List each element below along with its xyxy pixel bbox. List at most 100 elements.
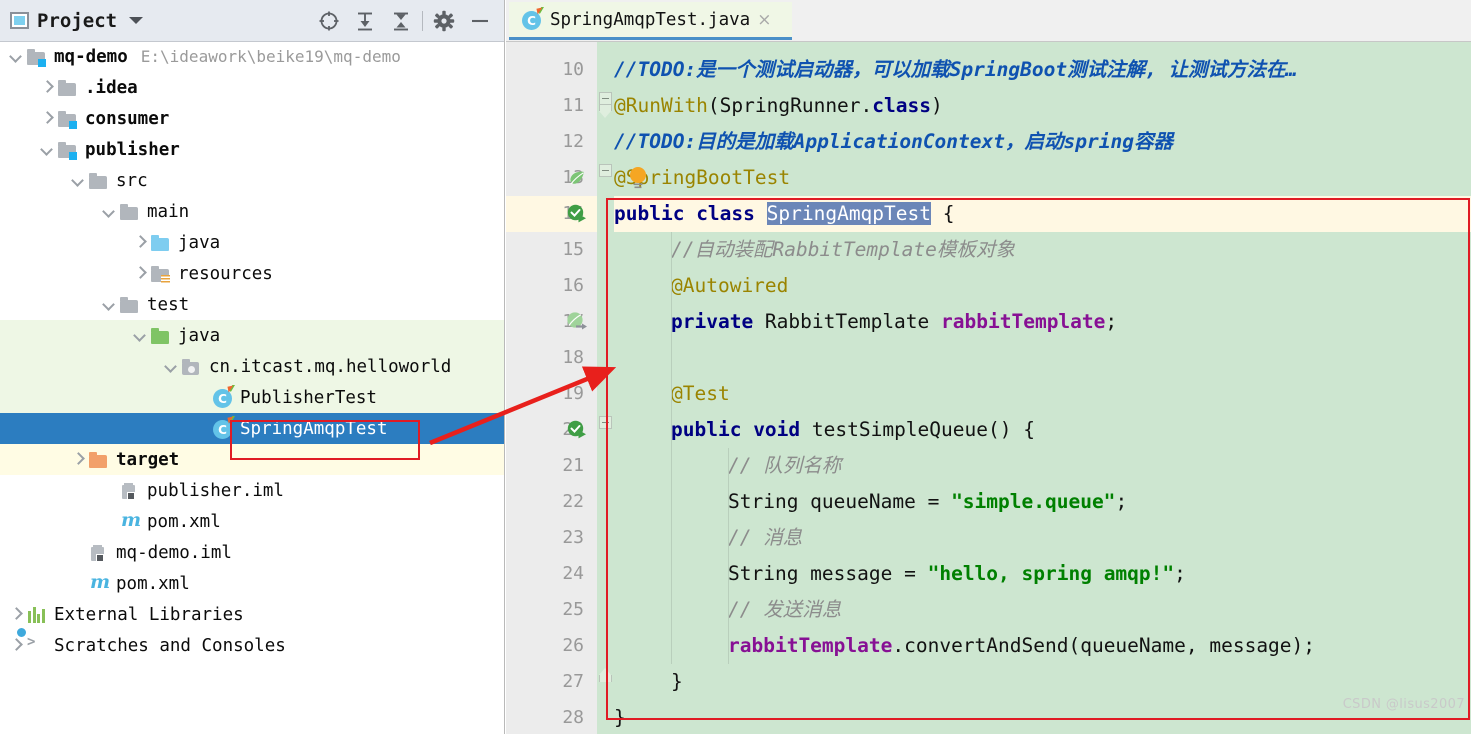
code-line[interactable]: public void testSimpleQueue() { — [671, 412, 1035, 448]
collapse-all-icon[interactable] — [383, 0, 419, 41]
tree-row[interactable]: java — [0, 320, 504, 351]
code-token: private — [671, 310, 765, 333]
settings-gear-icon[interactable] — [426, 0, 462, 41]
intention-bulb-icon[interactable] — [628, 166, 648, 190]
tree-row[interactable]: resources — [0, 258, 504, 289]
chevron-right-icon[interactable] — [41, 82, 52, 93]
fold-marker[interactable] — [599, 92, 612, 118]
code-token: testSimpleQueue() { — [811, 418, 1035, 441]
line-number: 12 — [562, 131, 584, 152]
fold-marker[interactable] — [599, 416, 612, 429]
chevron-down-icon[interactable] — [41, 144, 52, 155]
code-line[interactable]: @RunWith(SpringRunner.class) — [614, 88, 943, 124]
tree-row[interactable]: test — [0, 289, 504, 320]
tree-row[interactable]: C PublisherTest — [0, 382, 504, 413]
chevron-right-icon[interactable] — [10, 609, 21, 620]
tree-row[interactable]: m pom.xml — [0, 506, 504, 537]
folder-icon — [58, 79, 78, 96]
expand-all-icon[interactable] — [347, 0, 383, 41]
chevron-down-icon[interactable] — [134, 330, 145, 341]
code-line[interactable]: String message = "hello, spring amqp!"; — [728, 556, 1186, 592]
tree-row[interactable]: main — [0, 196, 504, 227]
tree-row[interactable]: publisher — [0, 134, 504, 165]
maven-file-icon: m — [121, 509, 142, 531]
code-line[interactable]: // 发送消息 — [728, 592, 841, 628]
chevron-down-icon[interactable] — [72, 175, 83, 186]
code-text[interactable]: //TODO:是一个测试启动器，可以加载SpringBoot测试注解, 让测试方… — [614, 42, 1471, 734]
package-icon — [182, 358, 202, 375]
chevron-right-icon[interactable] — [134, 237, 145, 248]
tree-row[interactable]: java — [0, 227, 504, 258]
tree-row[interactable]: m pom.xml — [0, 568, 504, 599]
code-line[interactable]: private RabbitTemplate rabbitTemplate; — [671, 304, 1117, 340]
chevron-right-icon[interactable] — [134, 268, 145, 279]
code-line[interactable]: } — [614, 700, 626, 734]
locate-icon[interactable] — [311, 0, 347, 41]
code-token: .convertAndSend(queueName, message); — [892, 634, 1316, 657]
chevron-right-icon[interactable] — [72, 454, 83, 465]
tree-row[interactable]: publisher.iml — [0, 475, 504, 506]
chevron-down-icon[interactable] — [103, 206, 114, 217]
code-folding-column[interactable] — [597, 42, 614, 734]
code-line[interactable]: } — [671, 664, 683, 700]
tree-row[interactable]: target — [0, 444, 504, 475]
chevron-down-icon[interactable] — [10, 51, 21, 62]
code-line[interactable]: // 消息 — [728, 520, 802, 556]
code-line[interactable]: //TODO:目的是加载ApplicationContext，启动spring容… — [614, 124, 1173, 160]
code-editor[interactable]: 10111213141516171819202122232425262728 /… — [506, 42, 1471, 734]
editor-gutter[interactable]: 10111213141516171819202122232425262728 — [506, 42, 597, 734]
code-token: RabbitTemplate — [764, 310, 942, 333]
code-line[interactable]: public class SpringAmqpTest { — [614, 196, 955, 232]
spring-leaf-icon[interactable] — [566, 160, 588, 196]
code-line[interactable]: @Test — [671, 376, 730, 412]
fold-marker[interactable] — [599, 668, 612, 682]
tree-row-label: .idea — [85, 77, 138, 98]
code-token: void — [753, 418, 812, 441]
code-line[interactable]: //自动装配RabbitTemplate模板对象 — [671, 232, 1015, 268]
line-number: 21 — [562, 455, 584, 476]
tree-row-label: cn.itcast.mq.helloworld — [209, 356, 452, 377]
code-line[interactable]: //TODO:是一个测试启动器，可以加载SpringBoot测试注解, 让测试方… — [614, 52, 1297, 88]
tree-row[interactable]: consumer — [0, 103, 504, 134]
tree-row-label: target — [116, 449, 180, 470]
tree-row[interactable]: External Libraries — [0, 599, 504, 630]
tree-row[interactable]: Scratches and Consoles — [0, 630, 504, 661]
close-icon[interactable]: × — [757, 10, 771, 30]
line-number: 23 — [562, 527, 584, 548]
chevron-down-icon[interactable] — [165, 361, 176, 372]
tree-row[interactable]: src — [0, 165, 504, 196]
run-test-icon[interactable] — [566, 196, 588, 232]
code-token: @Test — [671, 382, 730, 405]
project-title-group[interactable]: Project — [0, 10, 144, 32]
line-number: 15 — [562, 239, 584, 260]
chevron-right-icon[interactable] — [10, 640, 21, 651]
tree-row[interactable]: cn.itcast.mq.helloworld — [0, 351, 504, 382]
code-token: //自动装配RabbitTemplate模板对象 — [671, 238, 1015, 261]
minimize-icon[interactable] — [462, 0, 498, 41]
project-panel-toolbar — [311, 0, 498, 41]
tree-row-path: E:\ideawork\beike19\mq-demo — [140, 47, 401, 66]
code-line[interactable]: String queueName = "simple.queue"; — [728, 484, 1127, 520]
fold-marker[interactable] — [599, 164, 612, 177]
code-line[interactable]: // 队列名称 — [728, 448, 841, 484]
project-tree[interactable]: mq-demo E:\ideawork\beike19\mq-demo .idea c… — [0, 41, 504, 734]
chevron-down-icon[interactable] — [129, 17, 144, 24]
code-line[interactable]: @Autowired — [671, 268, 788, 304]
chevron-right-icon[interactable] — [41, 113, 52, 124]
tree-row[interactable]: mq-demo.iml — [0, 537, 504, 568]
code-line[interactable]: rabbitTemplate.convertAndSend(queueName,… — [728, 628, 1315, 664]
tree-row[interactable]: .idea — [0, 72, 504, 103]
code-token: public — [671, 418, 754, 441]
tree-row[interactable]: mq-demo E:\ideawork\beike19\mq-demo — [0, 41, 504, 72]
module-folder-icon — [27, 48, 47, 67]
autowire-bean-icon[interactable] — [566, 304, 588, 340]
run-test-icon[interactable] — [566, 412, 588, 448]
tree-row[interactable]: C SpringAmqpTest — [0, 413, 504, 444]
module-folder-icon — [58, 141, 78, 160]
tab-SpringAmqpTest-java[interactable]: C SpringAmqpTest.java × — [509, 2, 792, 40]
tab-label: SpringAmqpTest.java — [550, 9, 751, 30]
chevron-down-icon[interactable] — [103, 299, 114, 310]
